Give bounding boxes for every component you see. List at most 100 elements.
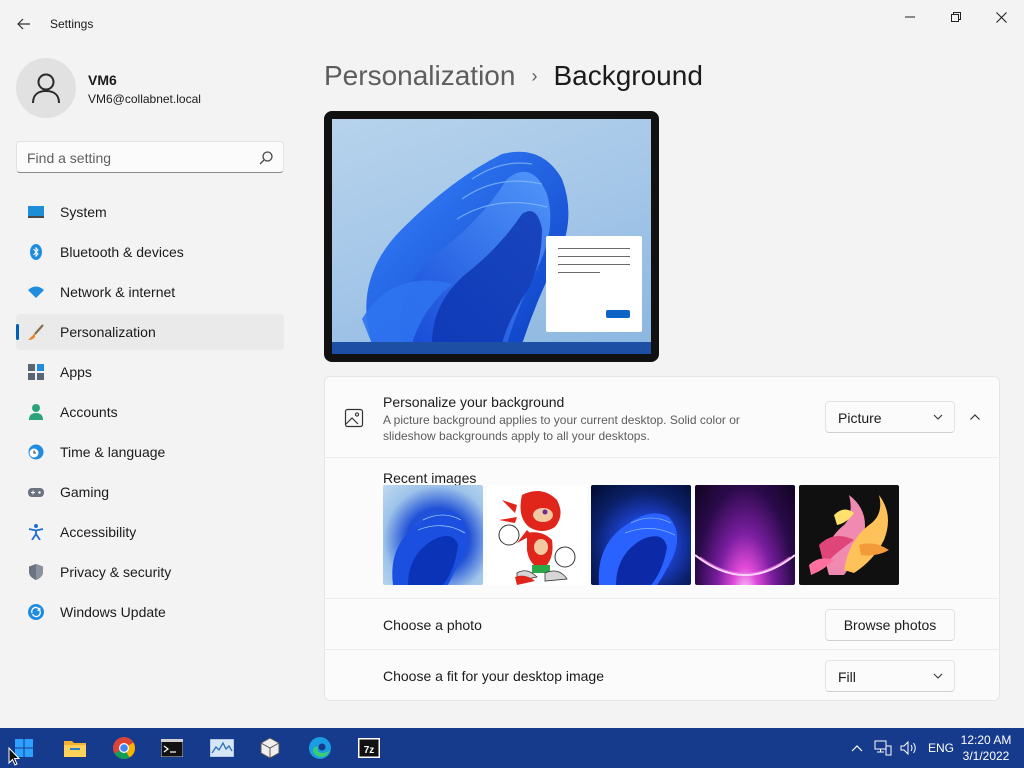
mouse-cursor-icon [8, 747, 20, 766]
breadcrumb-personalization[interactable]: Personalization [324, 60, 515, 92]
personalize-background-card: Personalize your background A picture ba… [324, 376, 1000, 458]
globe-clock-icon [28, 444, 44, 460]
choose-fit-row: Choose a fit for your desktop image Fill [324, 649, 1000, 701]
restore-icon [951, 12, 961, 22]
chrome-icon [113, 737, 135, 759]
breadcrumb: Personalization › Background [324, 58, 703, 94]
abstract-ribbons-art [809, 495, 889, 575]
network-icon[interactable] [874, 740, 892, 756]
search-input[interactable] [27, 148, 247, 168]
accounts-icon [29, 404, 43, 420]
virtualbox-icon [260, 737, 280, 759]
recent-images-list [383, 485, 899, 585]
personalize-background-title: Personalize your background [383, 394, 565, 410]
recent-image-abstract-ribbons[interactable] [799, 485, 899, 585]
user-account[interactable]: VM6 VM6@collabnet.local [16, 56, 286, 118]
sidebar-item-bluetooth[interactable]: Bluetooth & devices [16, 234, 284, 270]
update-icon [28, 604, 44, 620]
sidebar-item-apps[interactable]: Apps [16, 354, 284, 390]
title-bar: Settings [0, 0, 1024, 48]
chevron-down-icon [933, 414, 943, 420]
svg-text:7z: 7z [364, 745, 375, 756]
bloom-dark-art [598, 513, 678, 585]
minimize-icon [905, 16, 915, 18]
taskbar-terminal[interactable] [152, 732, 192, 764]
preview-window-mock [546, 236, 642, 332]
clock-date: 3/1/2022 [962, 749, 1010, 763]
taskbar-7zip[interactable]: 7z [349, 732, 389, 764]
terminal-icon [161, 739, 183, 757]
recent-image-bloom-light[interactable] [383, 485, 483, 585]
sidebar-item-system[interactable]: System [16, 194, 284, 230]
breadcrumb-separator: › [531, 65, 538, 86]
page-title: Background [553, 60, 703, 91]
sidebar-item-personalization[interactable]: Personalization [16, 314, 284, 350]
gamepad-icon [28, 488, 44, 497]
recent-image-bloom-dark[interactable] [591, 485, 691, 585]
monitor-icon [28, 206, 44, 218]
preview-taskbar [332, 342, 651, 354]
user-name: VM6 [88, 72, 117, 88]
edge-icon [309, 737, 331, 759]
collapse-button[interactable] [963, 405, 987, 429]
chevron-down-icon [933, 673, 943, 679]
chevron-up-icon [970, 414, 980, 420]
resource-monitor-icon [210, 739, 234, 757]
purple-glow-art [695, 554, 795, 576]
close-button[interactable] [978, 2, 1024, 32]
chevron-up-icon[interactable] [850, 743, 864, 753]
bloom-light-art [392, 511, 467, 585]
taskbar: 7z ENG 12:20 AM 3/1/2022 [0, 728, 1024, 768]
preview-wallpaper [332, 119, 651, 354]
sidebar-item-gaming[interactable]: Gaming [16, 474, 284, 510]
personalize-background-description: A picture background applies to your cur… [383, 413, 740, 443]
knuckles-art [498, 491, 576, 585]
search-box[interactable] [16, 141, 284, 173]
taskbar-virtualbox[interactable] [250, 732, 290, 764]
accessibility-icon [28, 524, 44, 540]
volume-icon[interactable] [900, 740, 918, 756]
recent-image-purple-glow[interactable] [695, 485, 795, 585]
recent-images-label: Recent images [383, 470, 477, 486]
taskbar-clock[interactable]: 12:20 AM 3/1/2022 [950, 732, 1022, 764]
app-title: Settings [50, 17, 94, 31]
choose-fit-label: Choose a fit for your desktop image [383, 668, 605, 684]
shield-icon [29, 564, 43, 580]
bluetooth-icon [30, 244, 42, 260]
sidebar-item-privacy-security[interactable]: Privacy & security [16, 554, 284, 590]
7zip-icon: 7z [358, 738, 380, 758]
paintbrush-icon [28, 324, 44, 340]
close-icon [995, 11, 1007, 23]
fit-dropdown[interactable]: Fill [825, 660, 955, 692]
taskbar-resource-monitor[interactable] [202, 732, 242, 764]
clock-time: 12:20 AM [960, 733, 1012, 747]
sidebar-item-accounts[interactable]: Accounts [16, 394, 284, 430]
sidebar-item-windows-update[interactable]: Windows Update [16, 594, 284, 630]
taskbar-file-explorer[interactable] [55, 732, 95, 764]
sidebar-nav: System Bluetooth & devices Network & int… [16, 194, 284, 634]
browse-photos-button[interactable]: Browse photos [825, 609, 955, 641]
desktop-preview [324, 111, 659, 362]
file-explorer-icon [64, 741, 86, 757]
back-button[interactable] [10, 11, 38, 37]
sidebar-item-network[interactable]: Network & internet [16, 274, 284, 310]
search-icon[interactable] [257, 149, 275, 167]
recent-images-section: Recent images [324, 457, 1000, 599]
sidebar-item-accessibility[interactable]: Accessibility [16, 514, 284, 550]
background-type-value: Picture [838, 410, 882, 426]
taskbar-edge[interactable] [300, 732, 340, 764]
system-tray: ENG [850, 728, 954, 768]
back-arrow-icon [17, 18, 30, 30]
fit-value: Fill [838, 669, 856, 685]
maximize-button[interactable] [933, 2, 979, 32]
taskbar-chrome[interactable] [104, 732, 144, 764]
sidebar-item-time-language[interactable]: Time & language [16, 434, 284, 470]
person-icon [32, 73, 60, 104]
choose-photo-label: Choose a photo [383, 617, 482, 633]
choose-photo-row: Choose a photo Browse photos [324, 598, 1000, 650]
recent-image-knuckles[interactable] [487, 485, 587, 585]
minimize-button[interactable] [887, 2, 933, 32]
apps-icon [28, 364, 44, 380]
background-type-dropdown[interactable]: Picture [825, 401, 955, 433]
avatar [16, 58, 76, 118]
